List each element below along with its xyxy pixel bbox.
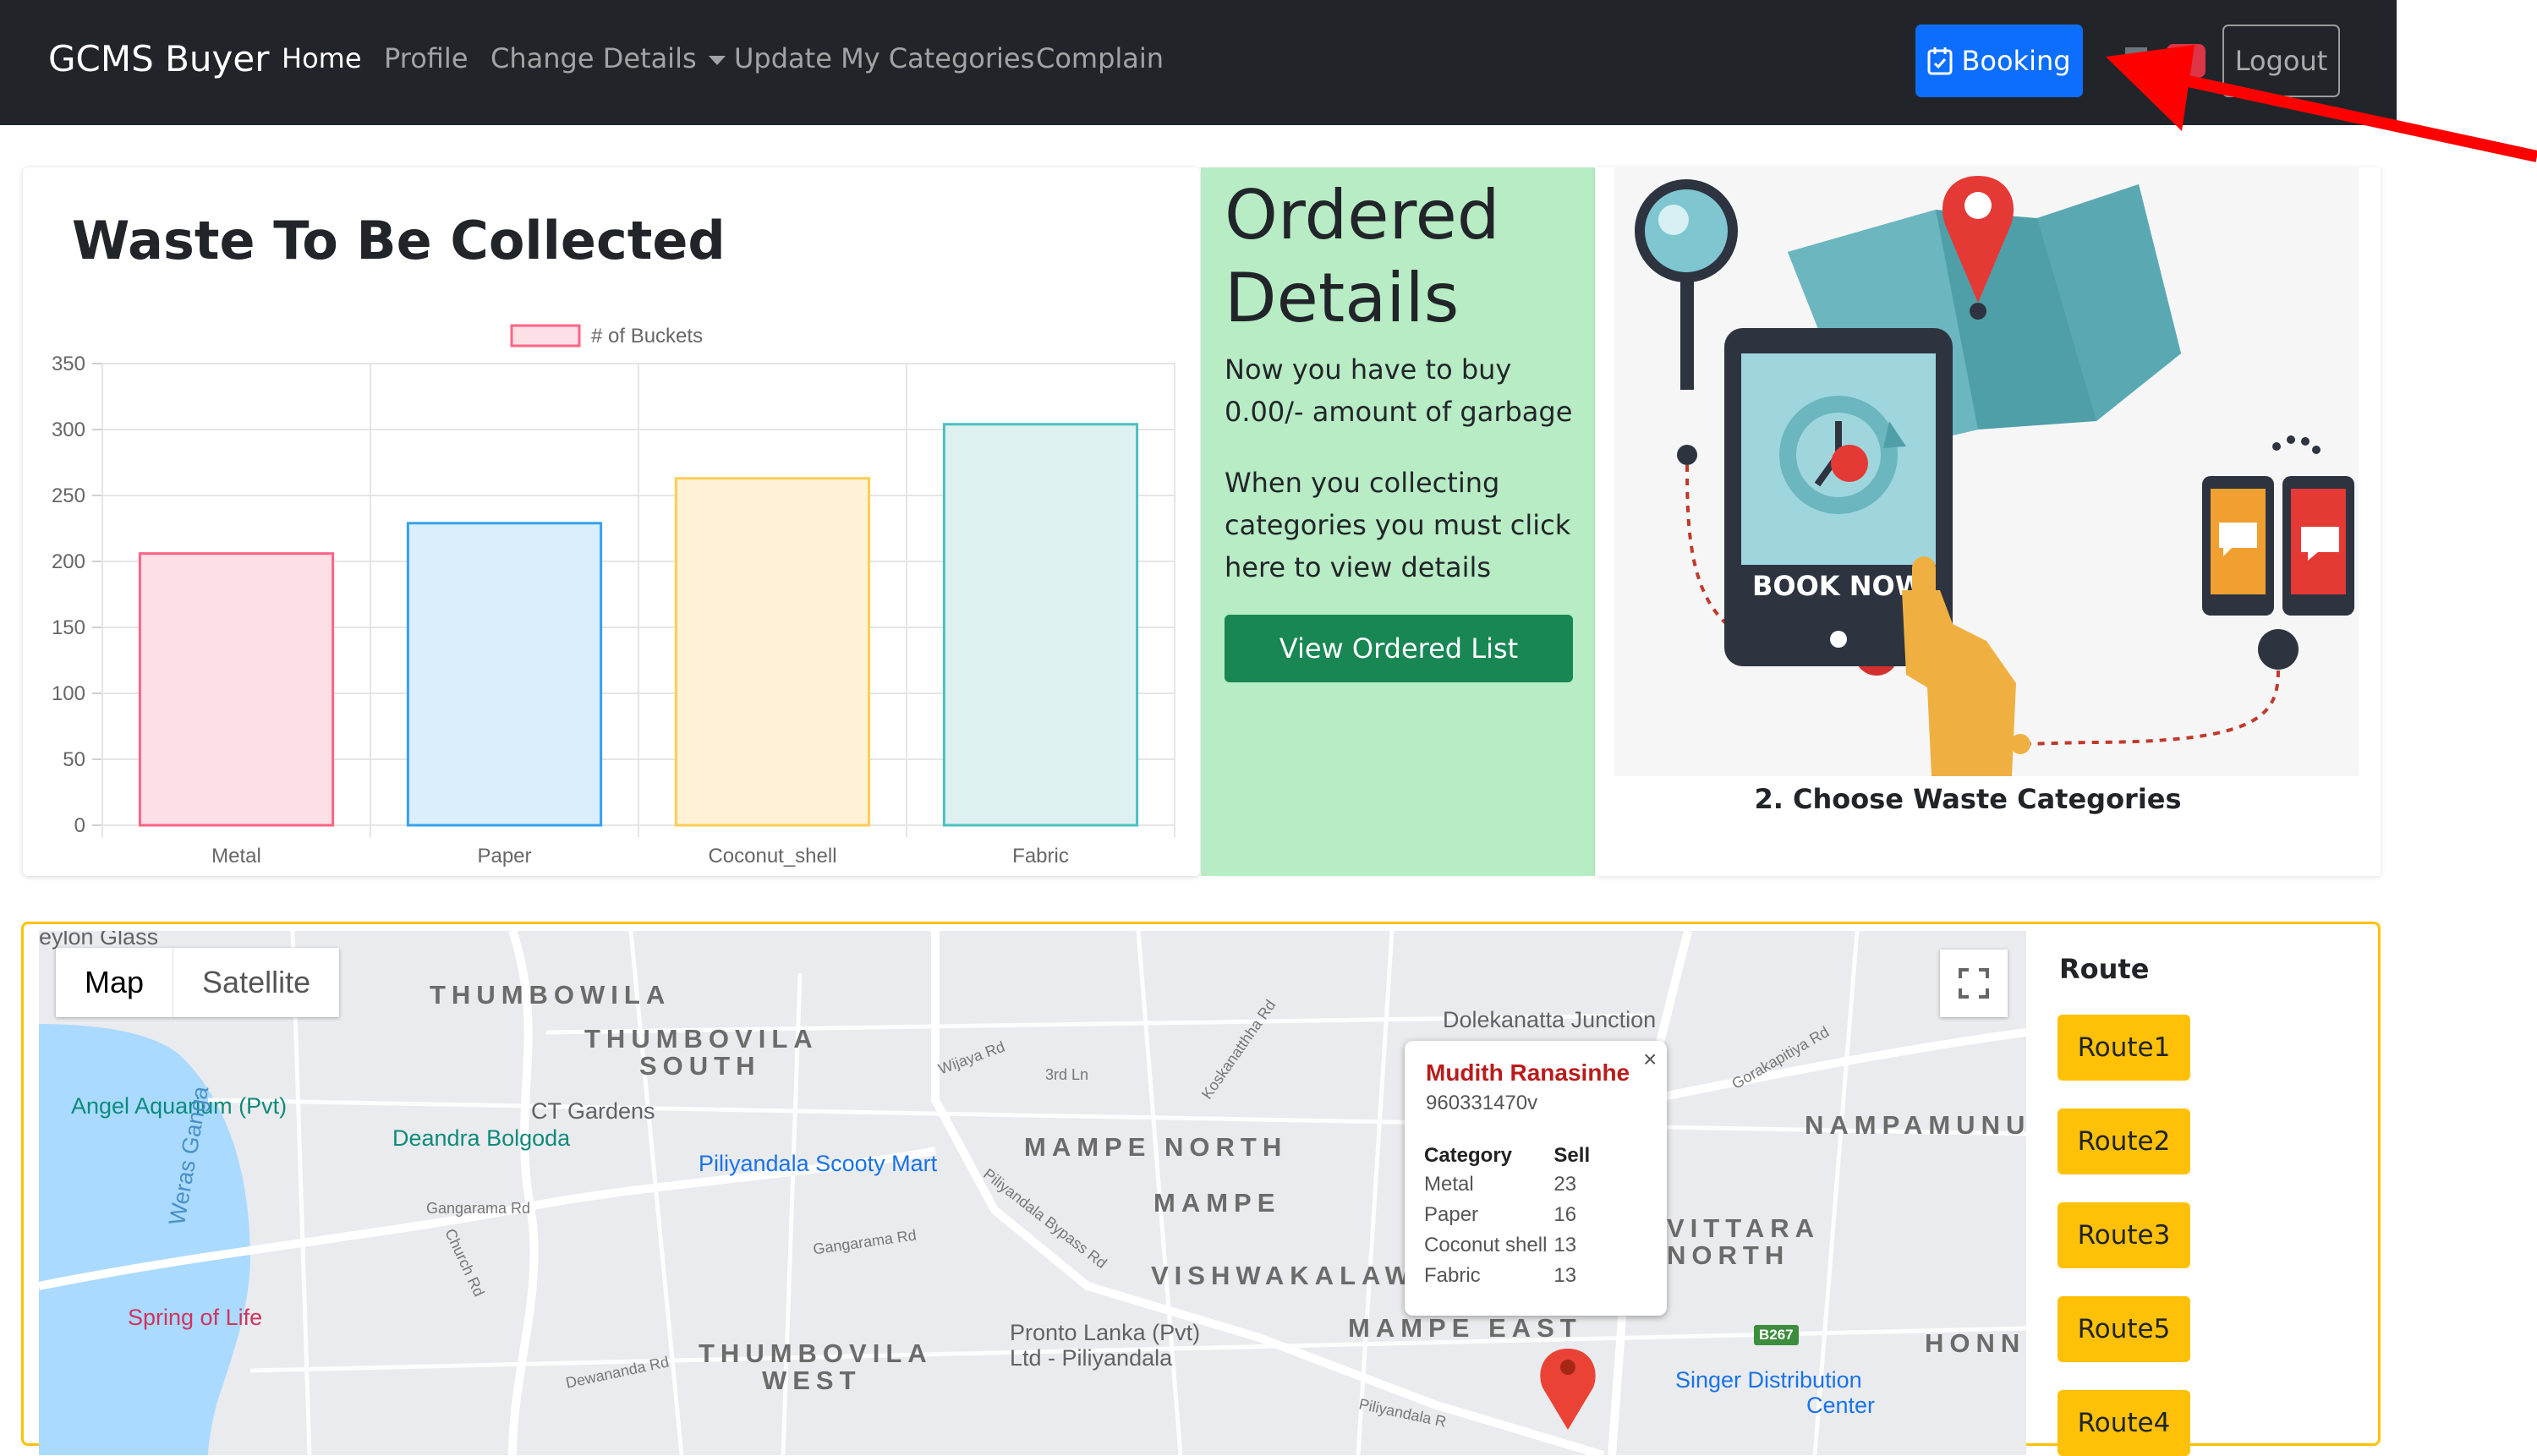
table-row: Metal 23	[1424, 1169, 1597, 1200]
route5-button[interactable]: Route5	[2058, 1296, 2190, 1362]
poi-scooty-mart[interactable]: Piliyandala Scooty Mart	[699, 1151, 937, 1177]
ordered-instruction-text: When you collecting categories you must …	[1225, 467, 1571, 583]
info-window: × Mudith Ranasinhe 960331470v Category S…	[1405, 1041, 1667, 1316]
google-map[interactable]: THUMBOWILA THUMBOVILA SOUTH MAMPE NORTH …	[39, 931, 2026, 1455]
legend-swatch	[510, 324, 581, 348]
map-label-mampe-east: MAMPE EAST	[1348, 1313, 1582, 1343]
x-tick-label: Fabric	[1012, 845, 1069, 868]
poi-singer-2: Center	[1806, 1393, 1876, 1418]
nav-profile[interactable]: Profile	[384, 42, 468, 74]
route4-button[interactable]: Route4	[2058, 1390, 2190, 1456]
poi-dolekanatta-junction[interactable]: Dolekanatta Junction	[1443, 1007, 1656, 1033]
route-panel-title: Route	[2059, 953, 2150, 985]
road-b267-shield: B267	[1754, 1325, 1799, 1345]
close-icon[interactable]: ×	[1643, 1046, 1657, 1073]
map-label-thumbovila-west: THUMBOVILA	[699, 1338, 933, 1368]
y-tick-label: 0	[74, 814, 85, 837]
y-tick-label: 350	[52, 353, 85, 375]
map-label-mampe-north: MAMPE NORTH	[1024, 1132, 1288, 1162]
popup-sell: 23	[1553, 1173, 1577, 1196]
popup-category: Metal	[1424, 1173, 1474, 1196]
popup-buyer-name: Mudith Ranasinhe	[1426, 1059, 1630, 1086]
route3-button[interactable]: Route3	[2058, 1202, 2190, 1268]
y-tick-label: 150	[52, 616, 85, 639]
x-tick-label: Paper	[477, 845, 531, 868]
popup-header-category: Category	[1424, 1144, 1513, 1167]
map-label-mampe: MAMPE	[1153, 1188, 1281, 1218]
popup-category: Coconut shell	[1424, 1234, 1548, 1256]
y-tick-label: 300	[52, 419, 85, 441]
legend-label: # of Buckets	[591, 325, 703, 348]
map-label-thumbowila: THUMBOWILA	[430, 980, 671, 1010]
nav-complain[interactable]: Complain	[1036, 42, 1164, 74]
road-gangarama: Gangarama Rd	[426, 1200, 531, 1217]
booking-label: Booking	[1961, 45, 2071, 77]
brand[interactable]: GCMS Buyer	[48, 38, 270, 79]
map-label-north: NORTH	[1667, 1240, 1790, 1270]
map-type-map-button[interactable]: Map	[56, 948, 173, 1017]
illustration-caption: 2. Choose Waste Categories	[1754, 783, 2182, 815]
route-map-card: THUMBOWILA THUMBOVILA SOUTH MAMPE NORTH …	[21, 922, 2381, 1456]
booking-illustration-card: BOOK NOW 2. Choose Waste Categories	[1596, 167, 2381, 876]
y-tick-label: 250	[52, 484, 85, 507]
popup-sell: 16	[1553, 1203, 1577, 1226]
popup-sell: 13	[1553, 1234, 1577, 1256]
map-label-thumbovila-south: THUMBOVILA	[584, 1024, 819, 1054]
bar-fabric	[942, 423, 1139, 827]
fullscreen-icon	[1959, 968, 1989, 999]
table-row: Fabric 13	[1424, 1261, 1597, 1291]
table-row: Paper 16	[1424, 1200, 1597, 1230]
y-tick-label: 200	[52, 550, 85, 573]
y-tick-label: 50	[63, 748, 85, 771]
map-label-west: WEST	[762, 1366, 862, 1395]
nav-change-details[interactable]: Change Details	[490, 42, 726, 74]
table-row: Coconut shell 13	[1424, 1230, 1597, 1261]
bar-coconut_shell	[674, 477, 871, 827]
bar-paper	[406, 522, 603, 827]
poi-ct-gardens[interactable]: CT Gardens	[531, 1098, 655, 1125]
map-label-nampamunu: NAMPAMUNU	[1805, 1110, 2026, 1140]
popup-category-table: Category Sell Metal 23 Paper 16 Coconut sh…	[1424, 1144, 1597, 1291]
ordered-details-card: Ordered Details Now you have to buy 0.00…	[1201, 167, 1595, 876]
road-3rd-ln: 3rd Ln	[1045, 1066, 1089, 1083]
poi-spring-of-life[interactable]: Spring of Life	[128, 1305, 262, 1331]
booking-illustration: BOOK NOW	[1614, 167, 2359, 776]
route1-button[interactable]: Route1	[2058, 1015, 2190, 1081]
top-navbar: GCMS Buyer Home Profile Change Details U…	[0, 0, 2397, 125]
y-tick-label: 100	[52, 682, 85, 705]
book-now-text: BOOK NOW	[1752, 570, 1925, 602]
map-label-vittara: VITTARA	[1667, 1213, 1821, 1243]
poi-angel-aquarium[interactable]: Angel Aquarium (Pvt)	[71, 1093, 287, 1119]
route2-button[interactable]: Route2	[2058, 1108, 2190, 1174]
calendar-check-icon	[1927, 47, 1953, 75]
view-ordered-list-button[interactable]: View Ordered List	[1225, 615, 1573, 682]
popup-category: Fabric	[1424, 1264, 1481, 1287]
nav-change-details-label: Change Details	[490, 42, 697, 74]
map-type-satellite-button[interactable]: Satellite	[173, 948, 339, 1017]
map-label-vishwakalawa: VISHWAKALAW	[1151, 1261, 1416, 1290]
x-tick-label: Coconut_shell	[708, 845, 836, 868]
waste-chart-card: Waste To Be Collected 0 50 100 150 200 250 300…	[23, 167, 1200, 876]
nav-home[interactable]: Home	[282, 42, 362, 74]
bar-metal	[138, 552, 335, 827]
popup-sell: 13	[1553, 1264, 1577, 1287]
map-type-control: Map Satellite	[56, 948, 340, 1017]
poi-deandra-bolgoda[interactable]: Deandra Bolgoda	[392, 1125, 570, 1152]
map-label-honn: HONN	[1925, 1328, 2026, 1358]
booking-button[interactable]: Booking	[1915, 25, 2083, 97]
waste-bar-chart: 0 50 100 150 200 250 300 350 Metal Paper Coconut_s…	[52, 324, 1175, 868]
popup-category: Paper	[1424, 1203, 1479, 1226]
poi-singer[interactable]: Singer Distribution	[1675, 1367, 1862, 1393]
ordered-amount-text: Now you have to buy 0.00/- amount of gar…	[1225, 353, 1573, 428]
popup-header-sell: Sell	[1553, 1144, 1591, 1167]
nav-update-categories[interactable]: Update My Categories	[734, 42, 1034, 74]
x-tick-label: Metal	[211, 845, 261, 868]
ordered-title: Ordered Details	[1225, 176, 1500, 337]
chevron-down-icon	[708, 55, 726, 65]
poi-pronto-lanka[interactable]: Pronto Lanka (Pvt)	[1010, 1320, 1200, 1346]
fullscreen-button[interactable]	[1940, 950, 2008, 1017]
popup-buyer-id: 960331470v	[1426, 1092, 1538, 1114]
map-label-south: SOUTH	[639, 1051, 761, 1081]
poi-pronto-lanka-2: Ltd - Piliyandala	[1010, 1345, 1173, 1371]
